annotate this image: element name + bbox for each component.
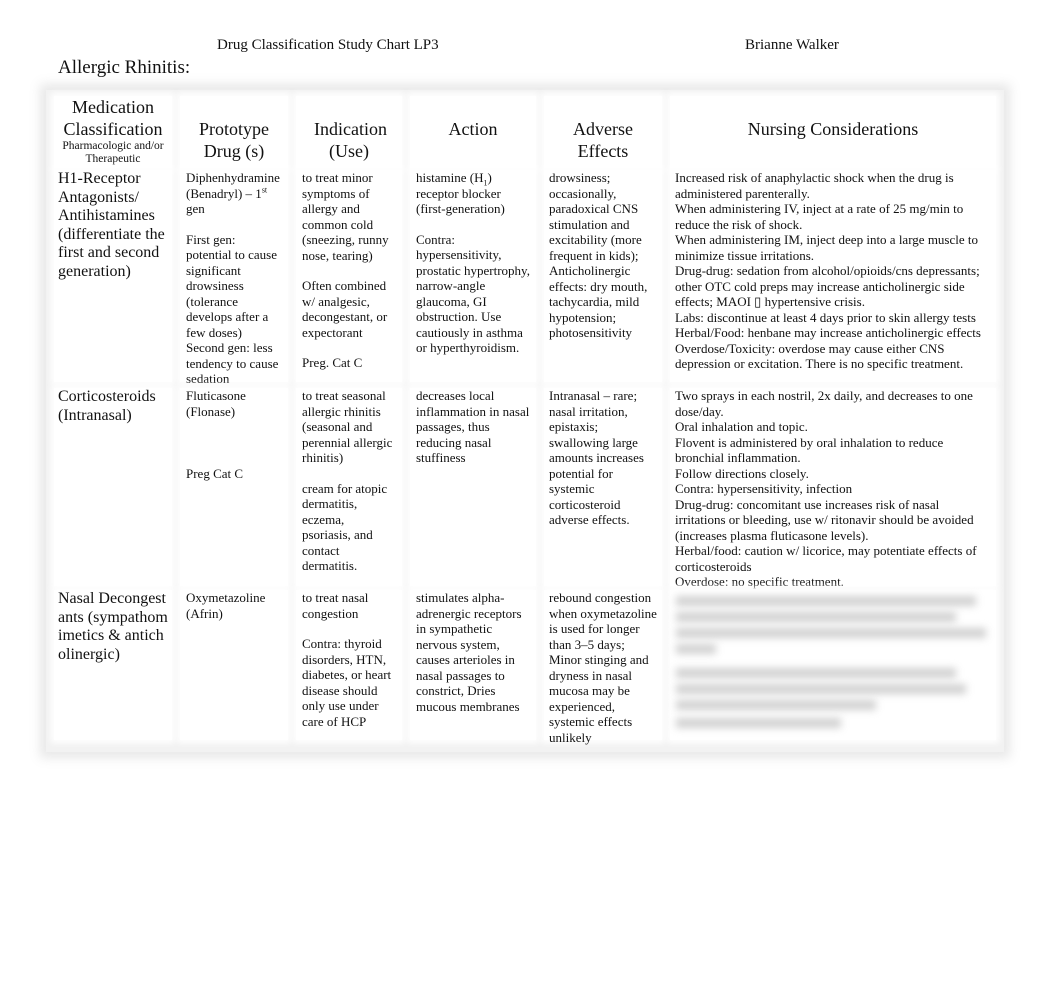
header-action: Action — [410, 96, 536, 168]
row3-action: stimulates alpha-adrenergic receptors in… — [410, 590, 536, 740]
header-indication-label: Indication (Use) — [314, 119, 387, 161]
row2-indication: to treat seasonal allergic rhinitis (sea… — [296, 388, 402, 586]
row1-drug-tail: gen — [186, 201, 205, 216]
header-adverse-label: Adverse Effects — [573, 119, 633, 161]
row1-nursing-item: When administering IV, inject at a rate … — [675, 201, 964, 232]
blurred-text-line — [676, 644, 716, 654]
row2-prototype-drug: Fluticasone (Flonase) — [186, 388, 246, 419]
row1-prototype: Diphenhydramine (Benadryl) – 1st gen Fir… — [180, 170, 288, 386]
header-prototype: Prototype Drug (s) — [180, 96, 288, 168]
row2-classification: Corticosteroids (Intranasal) — [54, 388, 172, 586]
row2-prototype: Fluticasone (Flonase) Preg Cat C — [180, 388, 288, 586]
row3-prototype-drug: Oxymetazoline (Afrin) — [186, 590, 266, 621]
row1-indication: to treat minor symptoms of allergy and c… — [296, 170, 402, 382]
row2-nursing-item: Follow directions closely. — [675, 465, 809, 481]
row1-classification: H1-Receptor Antagonists/ Antihistamines … — [54, 170, 172, 382]
row2-nursing-item: Contra: hypersensitivity, infection — [675, 481, 853, 496]
row1-indication-preg: Preg. Cat C — [302, 355, 363, 370]
header-action-label: Action — [448, 119, 498, 139]
row1-prototype-drug: Diphenhydramine (Benadryl) – 1st gen — [186, 170, 282, 217]
document-author: Brianne Walker — [745, 37, 839, 53]
header-nursing-label: Nursing Considerations — [747, 119, 919, 139]
row1-nursing-item: Herbal/Food: henbane may increase antich… — [675, 325, 981, 340]
row2-nursing: Two sprays in each nostril, 2x daily, an… — [670, 388, 996, 589]
row2-action: decreases local inflammation in nasal pa… — [410, 388, 536, 586]
row3-nursing-blurred — [670, 590, 996, 740]
blurred-text-line — [676, 718, 841, 728]
header-classification: Medication Classification Pharmacologic … — [54, 96, 172, 168]
row1-nursing-item: Drug-drug: sedation from alcohol/opioids… — [675, 263, 980, 309]
row2-adverse-text: Intranasal – rare; nasal irritation, epi… — [549, 388, 644, 527]
row2-nursing-item: Oral inhalation and topic. — [675, 419, 808, 434]
header-classification-sub: Pharmacologic and/or Therapeutic — [62, 140, 164, 165]
row1-nursing-item: When administering IM, inject deep into … — [675, 232, 979, 263]
header-classification-label: Medication Classification — [63, 97, 163, 139]
header-adverse: Adverse Effects — [544, 96, 662, 168]
row3-prototype: Oxymetazoline (Afrin) — [180, 590, 288, 740]
row2-nursing-item: Overdose: no specific treatment. — [675, 574, 844, 589]
row1-indication-note: Often combined w/ analgesic, decongestan… — [302, 278, 388, 340]
row3-indication: to treat nasal congestion Contra: thyroi… — [296, 590, 402, 740]
row1-drug-sup: st — [261, 185, 268, 195]
row1-nursing-item: Labs: discontinue at least 4 days prior … — [675, 309, 976, 325]
row2-nursing-item: Drug-drug: concomitant use increases ris… — [675, 496, 974, 543]
document-title: Drug Classification Study Chart LP3 — [217, 37, 439, 53]
row1-action-contra: Contra: hypersensitivity, prostatic hype… — [416, 231, 530, 356]
row1-nursing-item: Increased risk of anaphylactic shock whe… — [675, 170, 954, 201]
row2-nursing-item: Two sprays in each nostril, 2x daily, an… — [675, 388, 973, 419]
row2-nursing-item: Flovent is administered by oral inhalati… — [675, 434, 944, 466]
row3-indication-note: Contra: thyroid disorders, HTN, diabetes… — [302, 636, 392, 729]
header-nursing: Nursing Considerations — [670, 96, 996, 168]
blurred-text-line — [676, 668, 956, 678]
row1-indication-use: to treat minor symptoms of allergy and c… — [302, 170, 389, 263]
header-indication: Indication (Use) — [296, 96, 402, 168]
row1-action-pre: histamine (H — [416, 170, 484, 185]
row1-action: histamine (H1) receptor blocker (first-g… — [410, 170, 536, 382]
row1-action-main: histamine (H1) receptor blocker (first-g… — [416, 170, 530, 217]
blurred-text-line — [676, 684, 966, 694]
header-prototype-label: Prototype Drug (s) — [199, 119, 269, 161]
row3-indication-use: to treat nasal congestion — [302, 590, 369, 621]
row1-adverse-text: drowsiness; occasionally, paradoxical CN… — [549, 170, 648, 340]
blurred-text-line — [676, 596, 976, 606]
row3-action-text: stimulates alpha-adrenergic receptors in… — [416, 590, 522, 714]
row1-nursing-item: Overdose/Toxicity: overdose may cause ei… — [675, 340, 964, 372]
row3-classification: Nasal Decongestants (sympathomimetics & … — [54, 590, 172, 740]
row2-action-text: decreases local inflammation in nasal pa… — [416, 388, 530, 465]
row1-prototype-notes: First gen: potential to cause significan… — [186, 231, 279, 387]
drug-classification-table: Medication Classification Pharmacologic … — [46, 90, 1004, 752]
row1-classification-text: H1-Receptor Antagonists/ Antihistamines … — [58, 170, 165, 280]
row2-indication-use: to treat seasonal allergic rhinitis (sea… — [302, 388, 393, 465]
row3-adverse-text: rebound congestion when oxymetazoline is… — [549, 590, 657, 745]
row2-adverse: Intranasal – rare; nasal irritation, epi… — [544, 388, 662, 586]
row1-adverse: drowsiness; occasionally, paradoxical CN… — [544, 170, 662, 382]
row3-adverse: rebound congestion when oxymetazoline is… — [544, 590, 662, 745]
row1-nursing: Increased risk of anaphylactic shock whe… — [670, 170, 996, 382]
row2-indication-note: cream for atopic dermatitis, eczema, pso… — [302, 480, 388, 574]
row2-nursing-item: Herbal/food: caution w/ licorice, may po… — [675, 543, 977, 574]
row2-classification-text: Corticosteroids (Intranasal) — [58, 388, 156, 424]
blurred-text-line — [676, 700, 876, 710]
row3-classification-text: Nasal Decongestants (sympathomimetics & … — [58, 590, 168, 663]
blurred-text-line — [676, 612, 956, 622]
section-title: Allergic Rhinitis: — [58, 57, 191, 78]
row2-prototype-preg: Preg Cat C — [186, 466, 244, 481]
blurred-text-line — [676, 628, 986, 638]
